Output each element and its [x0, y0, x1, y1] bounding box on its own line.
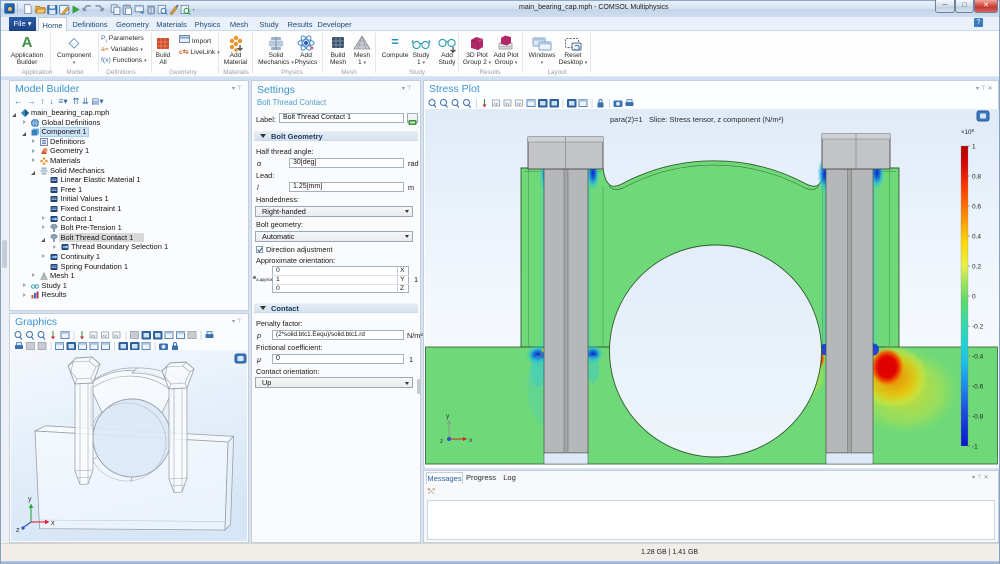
svg-text:x: x — [51, 520, 55, 527]
svg-text:para(2)=1 Slice: Stress tens: para(2)=1 Slice: Stress tensor, z compon… — [610, 115, 784, 124]
svg-text:-0.8: -0.8 — [972, 414, 984, 421]
svg-text:xy: xy — [103, 333, 108, 338]
svg-text:z: z — [440, 438, 443, 445]
svg-text:-0.4: -0.4 — [972, 354, 984, 361]
svg-text:-0.6: -0.6 — [972, 384, 984, 391]
svg-text:xy: xy — [114, 333, 119, 338]
svg-text:z: z — [16, 527, 20, 534]
svg-text:0.8: 0.8 — [972, 174, 981, 181]
svg-text:xy: xy — [91, 333, 96, 338]
svg-text:y: y — [28, 496, 32, 503]
svg-text:-1: -1 — [972, 444, 978, 451]
svg-text:-0.2: -0.2 — [972, 324, 984, 331]
svg-text:0.4: 0.4 — [972, 234, 981, 241]
svg-text:1: 1 — [972, 144, 976, 151]
svg-text:0.6: 0.6 — [972, 204, 981, 211]
svg-text:0.2: 0.2 — [972, 264, 981, 271]
svg-text:xy: xy — [505, 101, 510, 106]
svg-text:xy: xy — [517, 101, 522, 106]
svg-text:0: 0 — [972, 294, 976, 301]
svg-text:xy: xy — [494, 101, 499, 106]
